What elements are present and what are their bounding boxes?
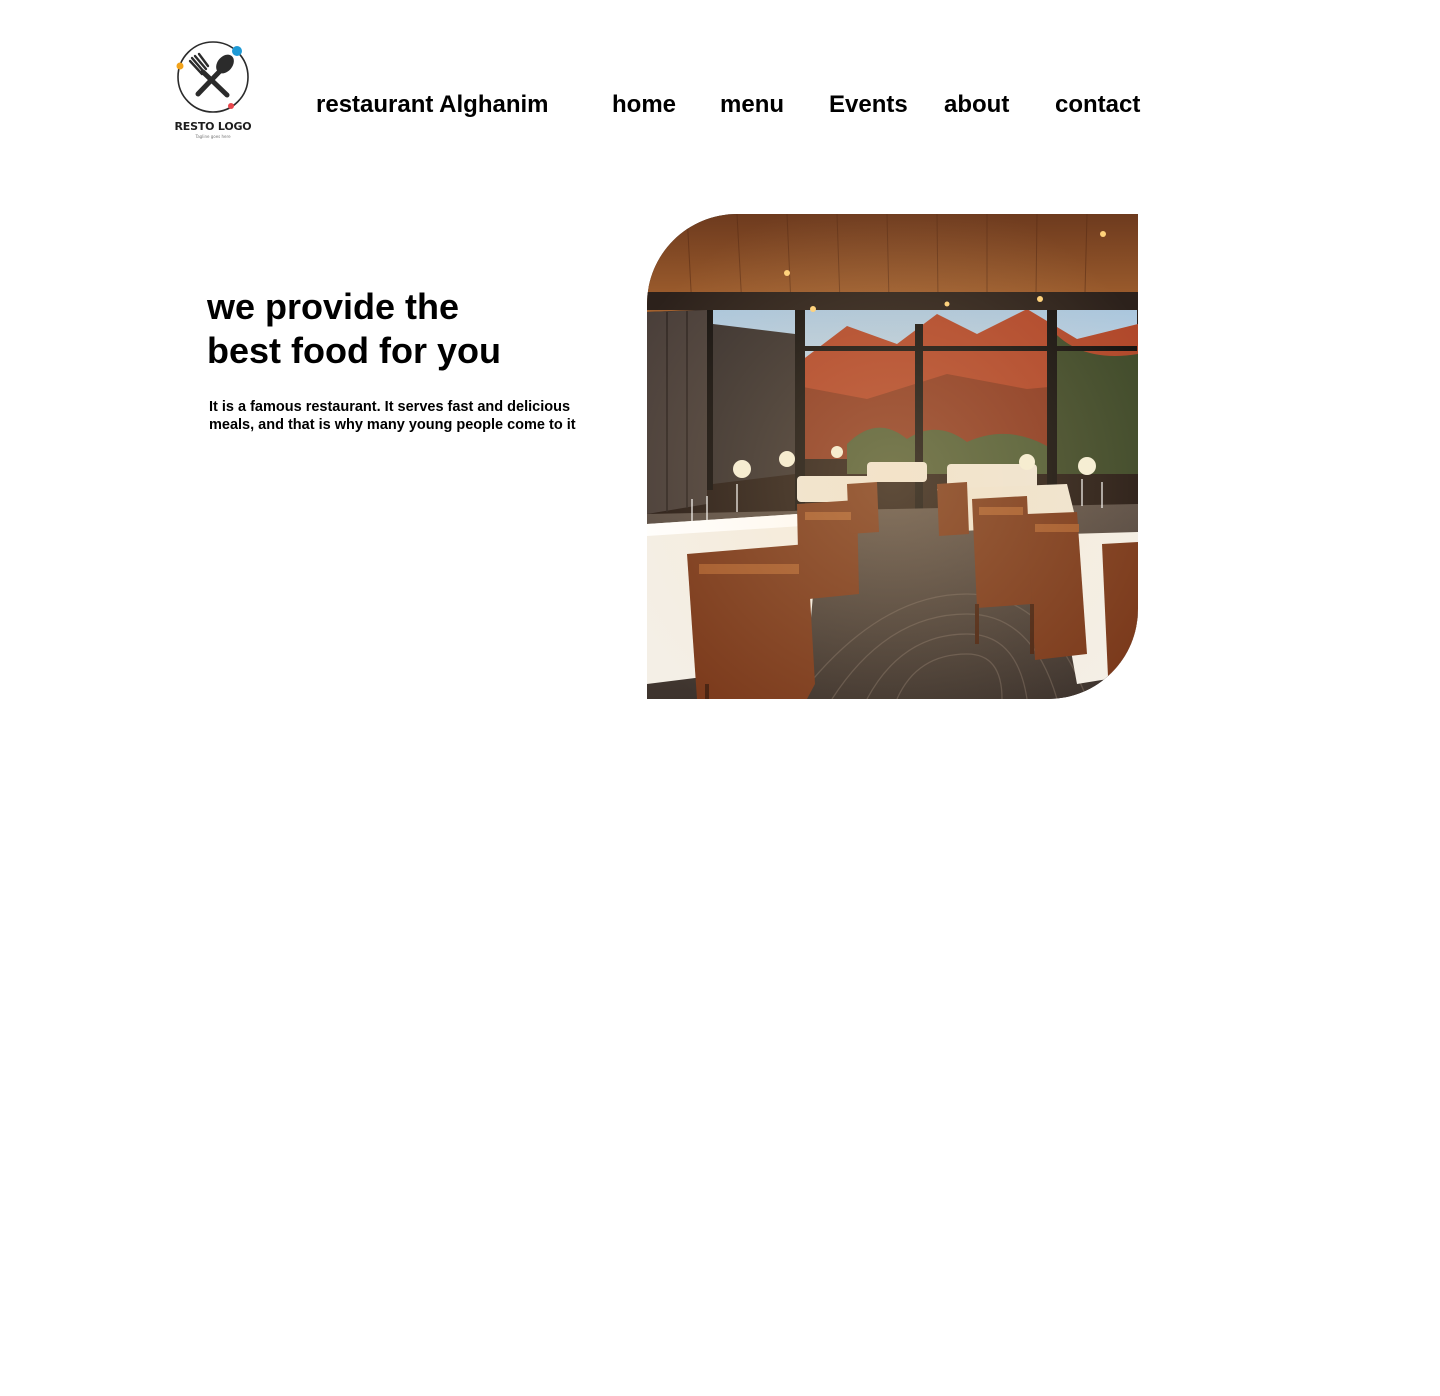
hero-description-line-1: It is a famous restaurant. It serves fas… [209,399,571,415]
nav-link-home[interactable]: home [612,90,676,120]
hero-heading-line-2: best food for you [207,330,501,371]
hero-description: It is a famous restaurant. It serves fas… [209,398,629,434]
hero-heading: we provide the best food for you [207,285,627,373]
resto-logo[interactable]: RESTO LOGO Tagline goes here [170,38,256,142]
nav-link-menu[interactable]: menu [720,90,784,120]
restaurant-photo [647,214,1138,699]
hero-description-line-2: meals, and that is why many young people… [209,417,576,433]
fork-spoon-icon [176,41,249,113]
nav-link-contact[interactable]: contact [1055,90,1140,120]
nav-link-about[interactable]: about [944,90,1009,120]
nav-link-events[interactable]: Events [829,90,908,120]
brand-name: restaurant Alghanim [316,91,549,118]
hero-heading-line-1: we provide the [207,286,460,327]
logo-title: RESTO LOGO [174,120,252,133]
logo-tagline: Tagline goes here [195,134,231,139]
